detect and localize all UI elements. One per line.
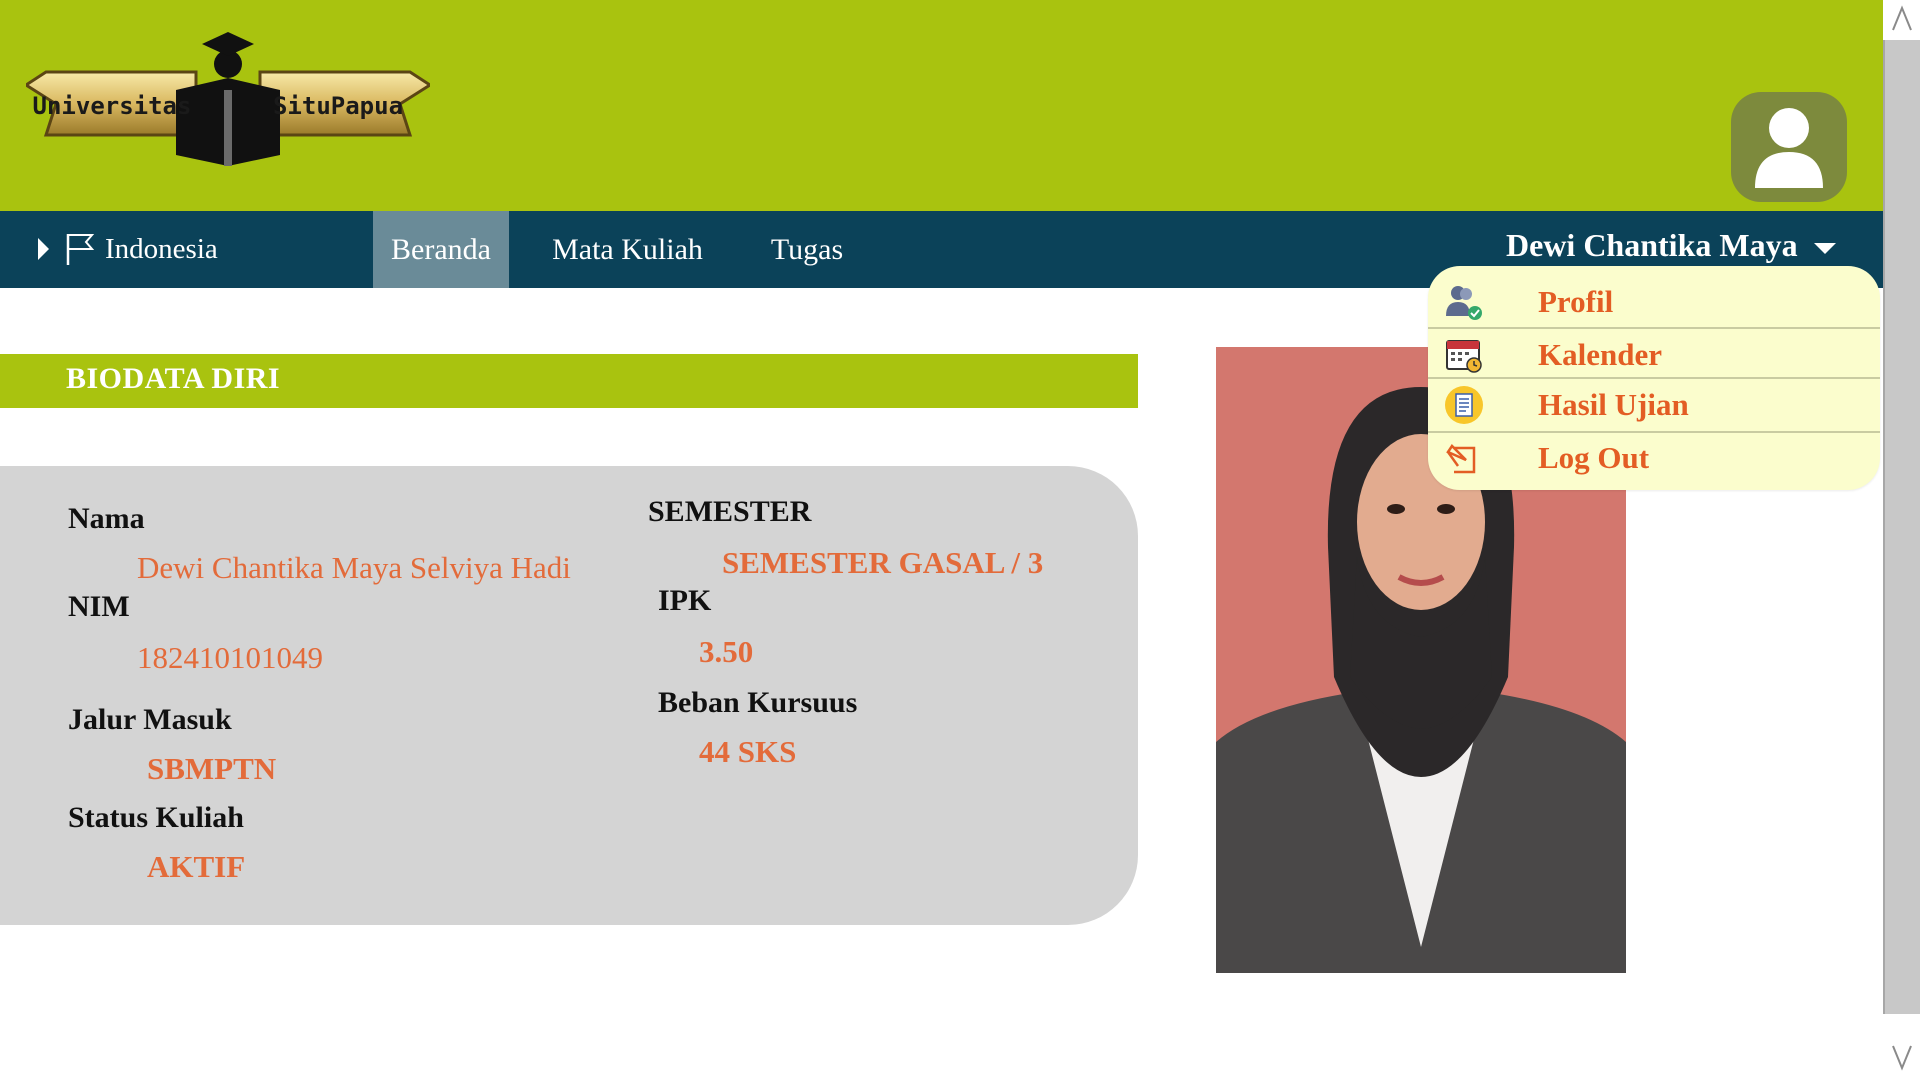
nama-value: Dewi Chantika Maya Selviya Hadi [137,550,571,585]
user-avatar-icon [1755,108,1823,188]
tab-beranda[interactable]: Beranda [373,211,509,288]
logout-icon [1444,438,1484,478]
profile-icon [1444,282,1484,322]
caret-right-icon [38,238,49,260]
ipk-label: IPK [658,584,712,617]
section-title: BIODATA DIRI [66,362,281,395]
avatar[interactable] [1731,92,1847,202]
beban-label: Beban Kursuus [658,686,858,719]
biodata-banner: BIODATA DIRI [0,354,1138,408]
scroll-up-icon[interactable] [1887,4,1917,34]
logo-text-left: Universitas [33,92,192,120]
tab-mata-kuliah[interactable]: Mata Kuliah [540,211,715,288]
biodata-card: Nama Dewi Chantika Maya Selviya Hadi NIM… [0,466,1138,925]
menu-item-label: Kalender [1538,336,1662,372]
tab-tugas[interactable]: Tugas [752,211,862,288]
flag-icon [66,234,95,265]
semester-value: SEMESTER GASAL / 3 [722,545,1044,580]
university-logo[interactable]: Universitas SituPapua [26,30,430,168]
ipk-value: 3.50 [699,634,754,669]
menu-item-log-out[interactable]: Log Out [1428,432,1880,483]
menu-item-label: Hasil Ujian [1538,386,1689,422]
header-bar: Universitas SituPapua [0,0,1883,211]
menu-item-profil[interactable]: Profil [1428,276,1880,327]
menu-item-hasil-ujian[interactable]: Hasil Ujian [1428,379,1880,430]
menu-item-label: Profil [1538,283,1614,319]
menu-item-label: Log Out [1538,439,1650,475]
scrollbar-thumb[interactable] [1883,40,1920,1014]
vertical-scrollbar[interactable] [1883,0,1920,1080]
exam-results-icon [1444,385,1484,425]
jalur-masuk-label: Jalur Masuk [68,703,232,736]
semester-label: SEMESTER [648,495,812,528]
language-selector[interactable]: Indonesia [38,229,218,269]
beban-value: 44 SKS [699,734,797,769]
user-dropdown-menu: Profil Kalender Hasil Ujian Log Out [1428,266,1880,490]
jalur-masuk-value: SBMPTN [147,751,277,786]
nama-label: Nama [68,502,145,535]
nim-label: NIM [68,590,130,623]
chevron-down-icon [1813,242,1836,254]
logo-text-right: SituPapua [273,92,403,120]
menu-item-kalender[interactable]: Kalender [1428,329,1880,380]
status-kuliah-value: AKTIF [147,849,246,884]
status-kuliah-label: Status Kuliah [68,801,244,834]
nim-value: 182410101049 [137,640,323,675]
scroll-down-icon[interactable] [1887,1042,1917,1072]
calendar-icon [1444,335,1484,375]
language-label: Indonesia [105,232,218,265]
user-name: Dewi Chantika Maya [1506,226,1798,263]
